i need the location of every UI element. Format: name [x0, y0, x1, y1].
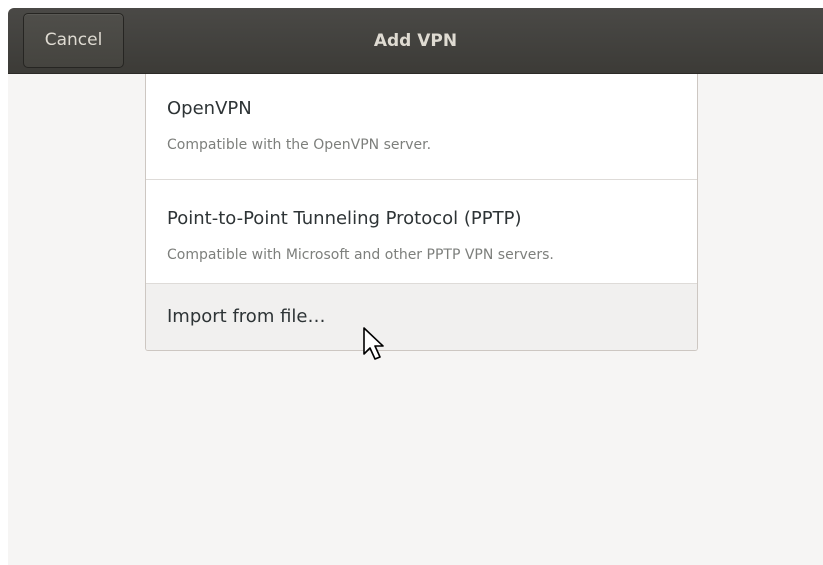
- vpn-option-title: Point-to-Point Tunneling Protocol (PPTP): [167, 208, 522, 229]
- vpn-option-title: Import from file…: [167, 306, 326, 327]
- vpn-option-import-from-file[interactable]: Import from file…: [146, 284, 697, 350]
- vpn-type-list: OpenVPN Compatible with the OpenVPN serv…: [145, 74, 698, 351]
- vpn-option-title: OpenVPN: [167, 98, 252, 119]
- vpn-option-openvpn[interactable]: OpenVPN Compatible with the OpenVPN serv…: [146, 74, 697, 180]
- header-bar: Cancel Add VPN: [8, 8, 823, 74]
- vpn-option-description: Compatible with Microsoft and other PPTP…: [167, 247, 554, 263]
- vpn-option-pptp[interactable]: Point-to-Point Tunneling Protocol (PPTP)…: [146, 180, 697, 284]
- cancel-button[interactable]: Cancel: [23, 13, 124, 68]
- add-vpn-dialog: Cancel Add VPN OpenVPN Compatible with t…: [8, 8, 823, 565]
- dialog-title: Add VPN: [373, 31, 458, 51]
- vpn-option-description: Compatible with the OpenVPN server.: [167, 137, 432, 153]
